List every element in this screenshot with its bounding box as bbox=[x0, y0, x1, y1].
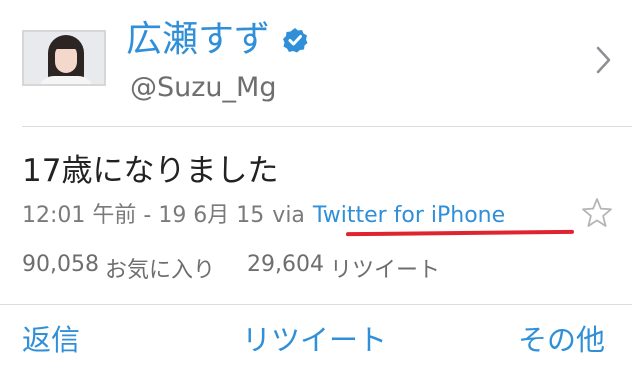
via-label: via bbox=[272, 203, 305, 228]
profile-header[interactable]: 広瀬すず @Suzu_Mg bbox=[0, 0, 632, 126]
display-name[interactable]: 広瀬すず bbox=[126, 18, 270, 62]
action-bar: 返信 リツイート その他 bbox=[0, 318, 632, 366]
favorites-count: 90,058 bbox=[22, 252, 99, 277]
reply-button[interactable]: 返信 bbox=[22, 318, 80, 362]
favorites-label: お気に入り bbox=[104, 258, 215, 283]
source-link[interactable]: Twitter for iPhone bbox=[313, 203, 505, 228]
chevron-right-icon[interactable] bbox=[594, 44, 614, 76]
tweet-text: 17歳になりました bbox=[22, 153, 279, 189]
red-underline-annotation bbox=[345, 229, 575, 237]
tweet-stats: 90,058 お気に入り 29,604 リツイート bbox=[22, 252, 440, 284]
avatar-face bbox=[55, 45, 77, 73]
retweets-stat[interactable]: 29,604 リツイート bbox=[247, 252, 440, 284]
avatar-shoulders bbox=[38, 76, 94, 84]
retweet-button[interactable]: リツイート bbox=[242, 318, 387, 362]
retweets-label: リツイート bbox=[329, 258, 440, 283]
name-row: 広瀬すず bbox=[126, 18, 308, 62]
avatar-bangs bbox=[51, 37, 81, 49]
favorites-stat[interactable]: 90,058 お気に入り bbox=[22, 252, 215, 284]
star-icon[interactable] bbox=[580, 196, 614, 230]
tweet-meta: 12:01 午前 - 19 6月 15 via Twitter for iPho… bbox=[22, 197, 505, 229]
retweets-count: 29,604 bbox=[247, 252, 324, 277]
divider bbox=[22, 126, 632, 127]
user-handle: @Suzu_Mg bbox=[130, 72, 277, 103]
more-button[interactable]: その他 bbox=[518, 318, 605, 362]
tweet-timestamp: 12:01 午前 - 19 6月 15 bbox=[22, 203, 265, 228]
verified-check-icon bbox=[283, 28, 308, 53]
avatar[interactable] bbox=[22, 30, 106, 86]
divider bbox=[0, 304, 632, 305]
